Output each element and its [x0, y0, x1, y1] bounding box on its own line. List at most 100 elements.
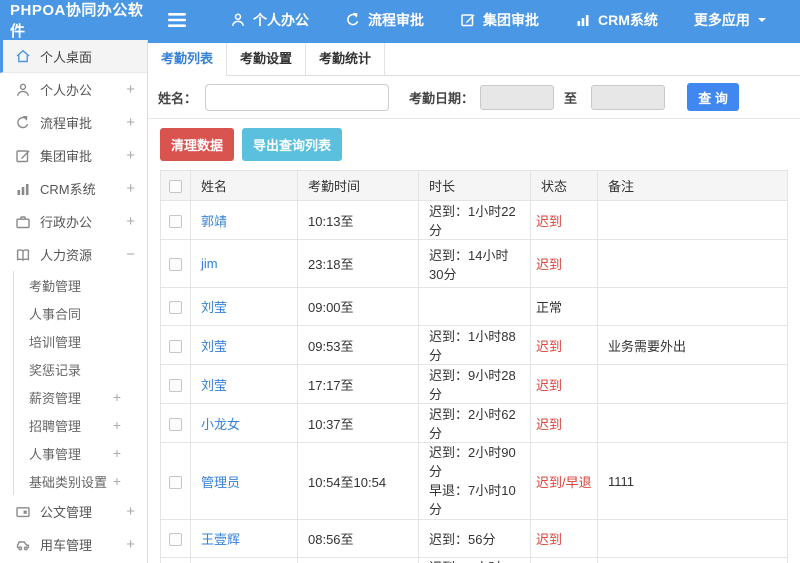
employee-name-link[interactable]: jim: [190, 239, 298, 288]
employee-name-link[interactable]: 刘莹: [190, 325, 298, 365]
topnav-label: 个人办公: [253, 12, 309, 28]
employee-name-link[interactable]: 王壹辉: [190, 519, 298, 558]
status-badge: 迟到: [530, 325, 598, 365]
note: [597, 200, 788, 240]
tab-attendance-list[interactable]: 考勤列表: [148, 43, 228, 76]
sidebar-item-label: 流程审批: [40, 116, 93, 131]
topnav-personal-office[interactable]: 个人办公: [230, 10, 309, 30]
status-badge: 正常: [530, 287, 598, 326]
expand-plus-icon[interactable]: +: [113, 390, 121, 404]
date-to-label: 至: [564, 90, 578, 106]
name-label: 姓名：: [158, 90, 198, 106]
expand-plus-icon[interactable]: +: [126, 504, 135, 519]
sidebar-item-workflow-approval[interactable]: 流程审批 +: [0, 106, 147, 139]
sidebar-subitem-label: 招聘管理: [29, 418, 82, 434]
attendance-time: 10:37至: [297, 403, 419, 443]
note: 业务需要外出: [597, 325, 788, 365]
hamburger-menu-icon[interactable]: [148, 13, 206, 27]
sidebar-subitem-label: 人事合同: [29, 306, 82, 322]
row-checkbox[interactable]: [169, 417, 182, 431]
table-row: 黄蓉 13:20至13:20 迟到：5小时33分 早退：4小时67分 迟到/早退: [160, 557, 788, 563]
table-row: 郭靖 10:13至 迟到：1小时22分 迟到: [160, 200, 788, 240]
process-icon: [345, 12, 361, 28]
row-checkbox[interactable]: [169, 475, 182, 489]
person-icon: [230, 12, 246, 28]
topnav-workflow-approval[interactable]: 流程审批: [345, 10, 424, 30]
search-button[interactable]: 查 询: [687, 83, 740, 111]
select-all-checkbox[interactable]: [169, 180, 182, 194]
row-checkbox[interactable]: [169, 258, 182, 272]
sidebar-item-admin-office[interactable]: 行政办公 +: [0, 205, 147, 238]
duration: [418, 287, 531, 326]
row-checkbox[interactable]: [169, 301, 182, 315]
duration-late: 迟到：2小时90分: [429, 445, 516, 479]
topnav-group-approval[interactable]: 集团审批: [460, 10, 539, 30]
sidebar-subitem-base-category[interactable]: 基础类别设置 +: [14, 467, 147, 495]
date-to-input[interactable]: [591, 84, 666, 110]
action-button-row: 清理数据 导出查询列表: [148, 119, 800, 168]
tab-attendance-settings[interactable]: 考勤设置: [227, 43, 307, 76]
duration: 迟到：2小时90分 早退：7小时10分: [418, 442, 531, 520]
edit-icon: [15, 148, 31, 164]
topnav-crm[interactable]: CRM系统: [575, 10, 658, 30]
expand-plus-icon[interactable]: +: [126, 148, 135, 163]
sidebar-subitem-salary-mgmt[interactable]: 薪资管理 +: [14, 383, 147, 411]
expand-plus-icon[interactable]: +: [126, 115, 135, 130]
sidebar-subitem-personnel-mgmt[interactable]: 人事管理 +: [14, 439, 147, 467]
collapse-minus-icon[interactable]: −: [126, 247, 135, 262]
car-icon: [15, 537, 31, 553]
edit-icon: [460, 12, 476, 28]
expand-plus-icon[interactable]: +: [126, 181, 135, 196]
sidebar-subitem-label: 薪资管理: [29, 390, 82, 406]
sidebar-subitem-training-mgmt[interactable]: 培训管理: [14, 327, 147, 355]
sidebar-subitem-attendance-mgmt[interactable]: 考勤管理: [14, 271, 147, 299]
sidebar-subitem-reward-punish[interactable]: 奖惩记录: [14, 355, 147, 383]
row-checkbox[interactable]: [169, 533, 182, 547]
export-list-button[interactable]: 导出查询列表: [242, 128, 343, 161]
row-checkbox[interactable]: [169, 378, 182, 392]
employee-name-link[interactable]: 小龙女: [190, 403, 298, 443]
sidebar-subitem-hr-contract[interactable]: 人事合同: [14, 299, 147, 327]
table-row: 刘莹 17:17至 迟到：9小时28分 迟到: [160, 364, 788, 404]
expand-plus-icon[interactable]: +: [126, 537, 135, 552]
table-row: 王壹辉 08:56至 迟到：56分 迟到: [160, 519, 788, 558]
expand-plus-icon[interactable]: +: [113, 474, 121, 488]
sidebar-item-hr[interactable]: 人力资源 −: [0, 238, 147, 271]
search-filter-row: 姓名： 考勤日期： 至 查 询: [148, 76, 800, 119]
note: [597, 364, 788, 404]
book-icon: [15, 247, 31, 263]
sidebar-item-vehicle-mgmt[interactable]: 用车管理 +: [0, 528, 147, 561]
employee-name-link[interactable]: 管理员: [190, 442, 298, 520]
row-checkbox[interactable]: [169, 214, 182, 228]
expand-plus-icon[interactable]: +: [113, 446, 121, 460]
sidebar-item-personal-desktop[interactable]: 个人桌面: [0, 40, 147, 73]
sidebar-item-personal-office[interactable]: 个人办公 +: [0, 73, 147, 106]
topnav-more-apps[interactable]: 更多应用: [694, 10, 767, 30]
expand-plus-icon[interactable]: +: [113, 418, 121, 432]
sidebar-subitem-recruit-mgmt[interactable]: 招聘管理 +: [14, 411, 147, 439]
expand-plus-icon[interactable]: +: [126, 214, 135, 229]
table-row: 刘莹 09:53至 迟到：1小时88分 迟到 业务需要外出: [160, 325, 788, 365]
expand-plus-icon[interactable]: +: [126, 82, 135, 97]
sidebar-item-crm[interactable]: CRM系统 +: [0, 172, 147, 205]
attendance-time: 23:18至: [297, 239, 419, 288]
clean-data-button[interactable]: 清理数据: [160, 128, 235, 161]
main-content: 考勤列表 考勤设置 考勤统计 姓名： 考勤日期： 至 查 询 清理数据 导出查询…: [148, 40, 800, 563]
tab-attendance-stats[interactable]: 考勤统计: [306, 43, 386, 76]
caret-down-icon: [757, 16, 767, 24]
employee-name-link[interactable]: 郭靖: [190, 200, 298, 240]
sidebar-item-label: 公文管理: [40, 505, 93, 520]
employee-name-link[interactable]: 刘莹: [190, 364, 298, 404]
status-badge: 迟到: [530, 239, 598, 288]
attendance-time: 17:17至: [297, 364, 419, 404]
employee-name-link[interactable]: 黄蓉: [190, 557, 298, 563]
header-checkbox-cell: [160, 170, 191, 201]
sidebar-item-group-approval[interactable]: 集团审批 +: [0, 139, 147, 172]
sidebar-item-label: 人力资源: [40, 248, 93, 263]
name-input[interactable]: [205, 83, 390, 111]
row-checkbox[interactable]: [169, 339, 182, 353]
sidebar-item-document-mgmt[interactable]: 公文管理 +: [0, 495, 147, 528]
employee-name-link[interactable]: 刘莹: [190, 287, 298, 326]
duration: 迟到：1小时88分: [418, 325, 531, 365]
date-from-input[interactable]: [480, 84, 555, 110]
